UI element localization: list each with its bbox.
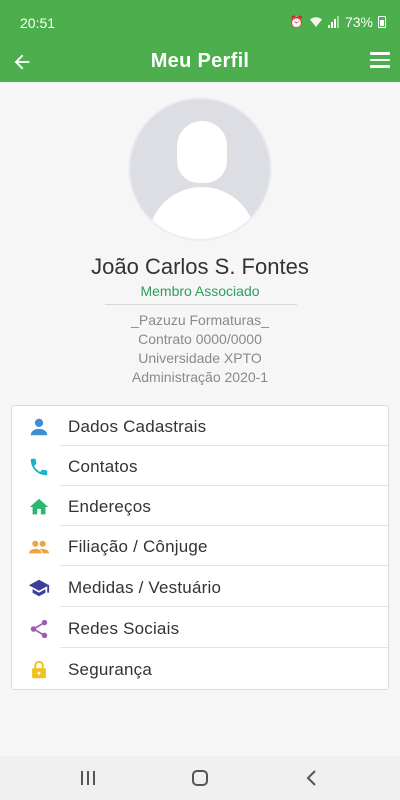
avatar-head-shape xyxy=(177,121,227,183)
share-icon xyxy=(30,619,48,639)
avatar-body-shape xyxy=(148,187,256,239)
menu-item-label: Filiação / Cônjuge xyxy=(68,537,208,556)
divider xyxy=(60,565,388,566)
recent-apps-icon xyxy=(81,771,95,785)
recent-apps-button[interactable] xyxy=(73,766,103,790)
profile-name: João Carlos S. Fontes xyxy=(91,254,309,279)
menu-item-seguranca[interactable]: Segurança xyxy=(12,649,388,689)
menu-item-label: Segurança xyxy=(68,660,153,679)
signal-icon xyxy=(327,16,339,28)
page-title: Meu Perfil xyxy=(150,50,250,72)
battery-icon xyxy=(378,16,386,28)
divider xyxy=(60,647,388,648)
status-time: 20:51 xyxy=(20,15,56,31)
menu-item-dados-cadastrais[interactable]: Dados Cadastrais xyxy=(12,406,388,446)
contract-number: Contrato 0000/0000 xyxy=(138,331,262,347)
menu-item-filiacao-conjuge[interactable]: Filiação / Cônjuge xyxy=(12,526,388,566)
status-bar: 20:51 ⏰ 73% xyxy=(0,0,400,42)
graduation-cap-icon xyxy=(28,579,50,597)
hamburger-icon-line xyxy=(370,65,390,68)
battery-percent: 73% xyxy=(344,14,373,30)
home-icon xyxy=(29,498,49,515)
person-icon xyxy=(30,418,48,436)
menu-item-label: Redes Sociais xyxy=(68,619,180,638)
hamburger-icon-line xyxy=(370,52,390,55)
menu-item-medidas-vestuario[interactable]: Medidas / Vestuário xyxy=(12,567,388,607)
back-nav-button[interactable] xyxy=(297,766,327,790)
profile-role: Membro Associado xyxy=(140,283,260,299)
menu-item-enderecos[interactable]: Endereços xyxy=(12,486,388,526)
chevron-left-icon xyxy=(306,770,316,786)
people-icon xyxy=(28,540,50,554)
menu-item-label: Contatos xyxy=(68,457,138,476)
phone-icon xyxy=(30,458,48,476)
menu-item-label: Endereços xyxy=(68,497,152,516)
divider xyxy=(105,304,297,305)
avatar[interactable] xyxy=(128,97,272,241)
home-nav-icon xyxy=(192,770,208,786)
menu-button[interactable] xyxy=(370,52,390,70)
profile-menu: Dados Cadastrais Contatos Endereços Fili… xyxy=(11,405,389,690)
wifi-icon xyxy=(309,17,322,27)
menu-item-redes-sociais[interactable]: Redes Sociais xyxy=(12,608,388,648)
system-nav-bar xyxy=(0,756,400,800)
hamburger-icon-line xyxy=(370,58,390,61)
menu-item-label: Dados Cadastrais xyxy=(68,417,207,436)
course-name: Administração 2020-1 xyxy=(131,369,269,385)
lock-icon xyxy=(32,660,46,679)
alarm-icon: ⏰ xyxy=(289,15,304,29)
app-bar: Meu Perfil xyxy=(0,42,400,82)
home-button[interactable] xyxy=(185,766,215,790)
divider xyxy=(60,606,388,607)
university-name: Universidade XPTO xyxy=(138,350,262,366)
menu-item-contatos[interactable]: Contatos xyxy=(12,446,388,486)
status-icons: ⏰ 73% xyxy=(289,14,386,30)
menu-item-label: Medidas / Vestuário xyxy=(68,578,222,597)
company-name: _Pazuzu Formaturas_ xyxy=(131,312,269,328)
profile-content: João Carlos S. Fontes Membro Associado _… xyxy=(0,82,400,756)
